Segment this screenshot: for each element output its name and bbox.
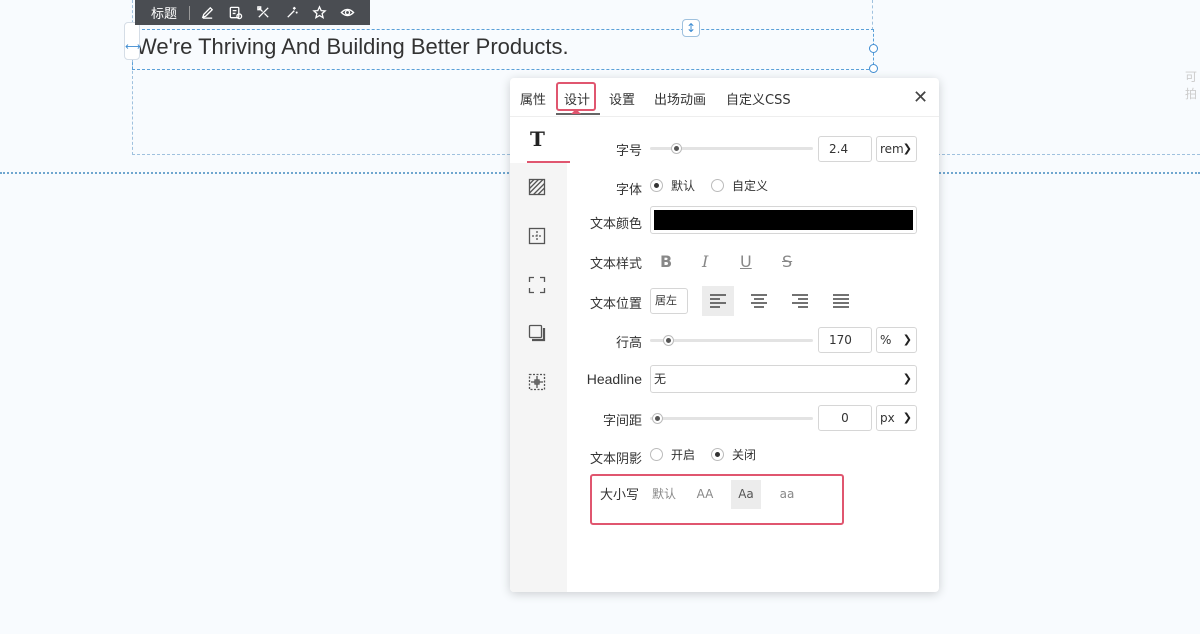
guide-line bbox=[872, 0, 873, 30]
close-icon[interactable]: ✕ bbox=[913, 87, 928, 108]
underline-icon[interactable]: U bbox=[740, 252, 752, 271]
case-capitalize-option[interactable]: Aa bbox=[731, 480, 761, 509]
line-height-slider[interactable] bbox=[650, 339, 813, 342]
text-shadow-label: 文本阴影 bbox=[589, 452, 642, 467]
align-right-button[interactable] bbox=[784, 286, 816, 316]
shadow-off-radio[interactable] bbox=[711, 448, 724, 461]
text-align-value[interactable]: 居左 bbox=[650, 288, 688, 314]
star-icon[interactable] bbox=[308, 2, 330, 24]
font-default-radio[interactable] bbox=[650, 179, 663, 192]
headline-label: Headline bbox=[586, 371, 642, 387]
panel-tabs: 属性 设计 设置 出场动画 自定义CSS ✕ bbox=[510, 78, 939, 117]
font-size-unit-select[interactable]: rem ❯ bbox=[876, 136, 917, 162]
letter-spacing-input[interactable]: 0 bbox=[818, 405, 872, 431]
letter-spacing-unit-select[interactable]: px ❯ bbox=[876, 405, 917, 431]
font-custom-radio[interactable] bbox=[711, 179, 724, 192]
tab-design[interactable]: 设计 bbox=[564, 89, 590, 108]
line-height-input[interactable]: 170 bbox=[818, 327, 872, 353]
align-justify-button[interactable] bbox=[825, 286, 857, 316]
align-right-icon bbox=[792, 294, 808, 308]
chevron-down-icon: ❯ bbox=[902, 333, 912, 346]
border-icon[interactable] bbox=[527, 275, 547, 295]
tab-settings[interactable]: 设置 bbox=[609, 89, 635, 108]
text-color-label: 文本颜色 bbox=[589, 217, 642, 232]
font-size-slider-thumb[interactable] bbox=[671, 143, 683, 154]
line-height-label: 行高 bbox=[615, 336, 642, 351]
chevron-down-icon: ❯ bbox=[902, 372, 912, 385]
line-height-unit-select[interactable]: % ❯ bbox=[876, 327, 917, 353]
letter-spacing-slider-thumb[interactable] bbox=[651, 413, 663, 424]
font-default-label: 默认 bbox=[671, 179, 696, 193]
resize-handle-right[interactable] bbox=[869, 44, 878, 53]
background-pattern-icon[interactable] bbox=[527, 177, 547, 197]
tab-entrance-animation[interactable]: 出场动画 bbox=[654, 89, 706, 108]
shadow-off-label: 关闭 bbox=[732, 448, 757, 462]
tab-custom-css[interactable]: 自定义CSS bbox=[726, 89, 791, 108]
horizontal-resize-icon: ⟷ bbox=[125, 40, 141, 53]
headline-select[interactable]: 无 ❯ bbox=[650, 365, 917, 393]
shadow-on-radio[interactable] bbox=[650, 448, 663, 461]
text-icon: T bbox=[530, 127, 545, 151]
font-size-label: 字号 bbox=[615, 144, 642, 159]
case-lowercase-option[interactable]: aa bbox=[772, 480, 802, 509]
sparkle-wand-icon[interactable] bbox=[280, 2, 302, 24]
panel-sidebar: T bbox=[510, 117, 570, 592]
italic-icon[interactable]: I bbox=[702, 252, 708, 271]
eye-icon[interactable] bbox=[336, 2, 358, 24]
tab-properties[interactable]: 属性 bbox=[520, 89, 546, 108]
text-color-swatch bbox=[654, 210, 913, 230]
element-type-label: 标题 bbox=[151, 7, 178, 22]
text-case-label: 大小写 bbox=[600, 488, 640, 503]
sidebar-item-text[interactable]: T bbox=[510, 117, 567, 163]
shadow-on-label: 开启 bbox=[671, 448, 696, 462]
case-uppercase-option[interactable]: AA bbox=[690, 480, 720, 509]
shadow-icon[interactable] bbox=[527, 323, 547, 343]
headline-value: 无 bbox=[654, 372, 667, 386]
element-toolbar: 标题 bbox=[135, 0, 370, 25]
edit-icon[interactable] bbox=[196, 2, 218, 24]
chevron-down-icon: ❯ bbox=[902, 411, 912, 424]
tab-caret bbox=[571, 109, 581, 114]
text-color-picker[interactable] bbox=[650, 206, 917, 234]
spacing-icon[interactable] bbox=[527, 226, 547, 246]
font-size-unit: rem bbox=[880, 142, 904, 156]
font-custom-label: 自定义 bbox=[732, 179, 769, 193]
position-icon[interactable] bbox=[527, 372, 547, 392]
bold-icon[interactable]: B bbox=[660, 252, 672, 271]
font-size-input[interactable]: 2.4 bbox=[818, 136, 872, 162]
align-left-icon bbox=[710, 294, 726, 308]
align-center-button[interactable] bbox=[743, 286, 775, 316]
vertical-resize-handle[interactable]: ↕ bbox=[682, 19, 700, 37]
heading-text[interactable]: We're Thriving And Building Better Produ… bbox=[136, 34, 569, 60]
drag-handle[interactable]: ⟷ bbox=[124, 22, 141, 60]
style-panel: 属性 设计 设置 出场动画 自定义CSS ✕ T 字号 2.4 rem ❯ 字体 … bbox=[510, 78, 939, 592]
text-align-label: 文本位置 bbox=[589, 297, 642, 312]
letter-spacing-label: 字间距 bbox=[602, 414, 642, 429]
line-height-slider-thumb[interactable] bbox=[663, 335, 675, 346]
font-family-label: 字体 bbox=[615, 183, 642, 198]
text-style-label: 文本样式 bbox=[589, 257, 642, 272]
strikethrough-icon[interactable]: S bbox=[782, 252, 792, 271]
side-text: 可拍 bbox=[1185, 70, 1198, 101]
letter-spacing-slider[interactable] bbox=[650, 417, 813, 420]
align-center-icon bbox=[751, 294, 767, 308]
case-default-option[interactable]: 默认 bbox=[649, 480, 679, 509]
settings-card-icon[interactable] bbox=[224, 2, 246, 24]
chevron-down-icon: ❯ bbox=[902, 142, 912, 155]
toolbar-separator bbox=[189, 5, 191, 20]
sidebar-active-indicator bbox=[527, 161, 570, 163]
letter-spacing-unit: px bbox=[880, 411, 895, 425]
align-justify-icon bbox=[833, 294, 849, 308]
align-left-button[interactable] bbox=[702, 286, 734, 316]
resize-handle-bottom-right[interactable] bbox=[869, 64, 878, 73]
magic-tools-icon[interactable] bbox=[252, 2, 274, 24]
line-height-unit: % bbox=[880, 333, 892, 347]
